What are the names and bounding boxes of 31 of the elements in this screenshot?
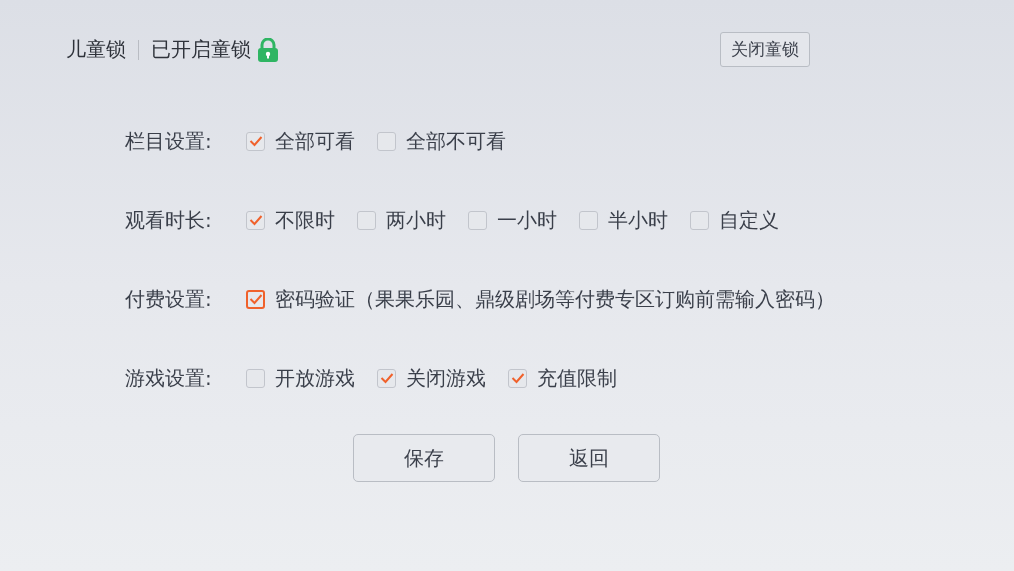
action-button[interactable]: 返回 [518,434,660,482]
checkbox-option[interactable]: 不限时 [246,206,335,234]
checkbox-option[interactable]: 自定义 [690,206,779,234]
setting-label: 付费设置: [125,285,213,313]
checkbox-option[interactable]: 半小时 [579,206,668,234]
checkbox[interactable] [377,131,396,151]
checkbox[interactable] [508,368,527,388]
setting-label: 游戏设置: [125,364,213,392]
checkbox-option[interactable]: 一小时 [468,206,557,234]
checkbox[interactable] [246,289,265,309]
checkbox[interactable] [690,210,709,230]
checkbox-option[interactable]: 关闭游戏 [377,364,486,392]
checkbox-option[interactable]: 两小时 [357,206,446,234]
action-button[interactable]: 保存 [353,434,495,482]
checkbox-option[interactable]: 全部可看 [246,127,355,155]
checkbox-option[interactable]: 开放游戏 [246,364,355,392]
checkbox[interactable] [377,368,396,388]
checkbox-option[interactable]: 密码验证（果果乐园、鼎级剧场等付费专区订购前需输入密码） [246,285,835,313]
lock-status: 已开启童锁 [151,36,251,63]
checkbox-option[interactable]: 充值限制 [508,364,617,392]
setting-label: 观看时长: [125,206,213,234]
page-title: 儿童锁 [66,36,126,63]
checkbox[interactable] [246,368,265,388]
close-lock-button[interactable]: 关闭童锁 [720,32,810,67]
setting-label: 栏目设置: [125,127,213,155]
checkbox[interactable] [357,210,376,230]
checkbox[interactable] [246,131,265,151]
checkbox[interactable] [579,210,598,230]
checkbox[interactable] [246,210,265,230]
checkbox[interactable] [468,210,487,230]
checkbox-option[interactable]: 全部不可看 [377,127,506,155]
